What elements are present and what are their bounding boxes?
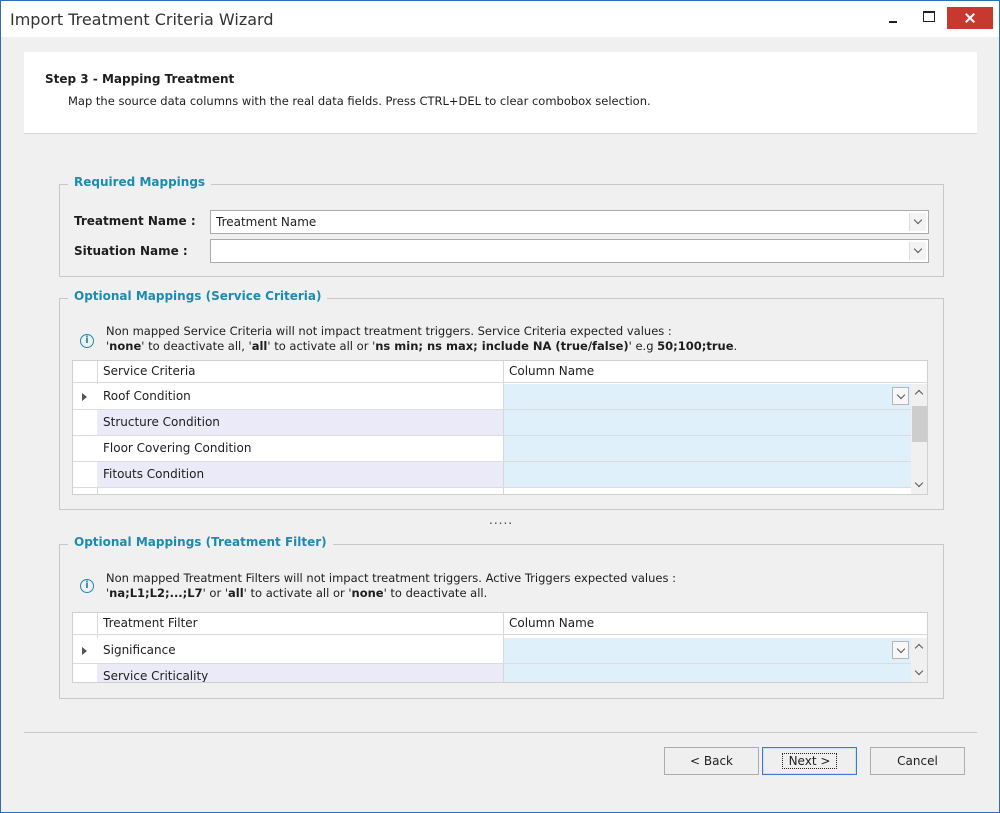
treatment-name-value: Treatment Name [216,215,317,229]
step-description: Map the source data columns with the rea… [68,94,651,108]
chevron-down-icon[interactable] [909,213,926,231]
footer-separator [24,732,977,733]
treatment-name-combobox[interactable]: Treatment Name [210,210,929,234]
service-criteria-group: Optional Mappings (Service Criteria) i N… [59,289,944,510]
treatment-filter-cell: Significance [97,638,503,663]
situation-name-label: Situation Name : [74,244,188,258]
col-service-criteria: Service Criteria [103,364,196,378]
window-title: Import Treatment Criteria Wizard [10,10,274,29]
required-mappings-group: Required Mappings Treatment Name : Treat… [59,175,944,277]
table-row[interactable]: Significance [73,638,911,664]
cancel-button[interactable]: Cancel [870,747,965,775]
required-mappings-title: Required Mappings [68,175,212,189]
close-icon[interactable] [947,7,993,29]
chevron-down-icon[interactable] [911,664,927,681]
treatment-name-label: Treatment Name : [74,214,196,228]
chevron-down-icon[interactable] [909,242,926,260]
service-criteria-cell: Roof Condition [97,384,503,409]
column-name-cell[interactable] [503,384,911,409]
service-info-line1: Non mapped Service Criteria will not imp… [106,324,672,338]
filter-info-line1: Non mapped Treatment Filters will not im… [106,571,676,585]
service-grid-scrollbar[interactable] [911,384,927,494]
table-row[interactable]: Fitouts Condition [73,462,911,488]
treatment-filter-cell: Service Criticality [97,664,503,682]
table-row[interactable]: Floor Covering Condition [73,436,911,462]
column-name-cell[interactable] [503,436,911,461]
chevron-down-icon[interactable] [911,476,927,493]
filter-grid-scrollbar[interactable] [911,638,927,682]
step-title: Step 3 - Mapping Treatment [45,72,235,86]
scroll-thumb[interactable] [912,406,927,442]
back-button[interactable]: < Back [664,747,759,775]
splitter-handle[interactable]: ..... [489,513,513,527]
chevron-up-icon[interactable] [911,384,927,401]
info-icon: i [80,579,94,593]
filter-info-line2: 'na;L1;L2;...;L7' or 'all' to activate a… [106,586,488,600]
treatment-filter-title: Optional Mappings (Treatment Filter) [68,535,333,549]
table-row[interactable]: Structure Condition [73,410,911,436]
column-name-cell[interactable] [503,638,911,663]
row-indicator-icon [82,647,87,655]
service-criteria-cell: Fitouts Condition [97,462,503,487]
row-indicator-icon [82,393,87,401]
column-name-cell[interactable] [503,664,911,682]
next-button-label: Next > [781,753,838,769]
service-criteria-title: Optional Mappings (Service Criteria) [68,289,328,303]
service-criteria-grid: Service Criteria Column Name Roof Condit… [72,360,928,495]
service-info-line2: 'none' to deactivate all, 'all' to activ… [106,339,738,353]
step-header: Step 3 - Mapping Treatment Map the sourc… [24,52,977,134]
grid-header: Service Criteria Column Name [73,361,927,383]
chevron-up-icon[interactable] [911,638,927,655]
treatment-filter-group: Optional Mappings (Treatment Filter) i N… [59,535,944,699]
wizard-window: Import Treatment Criteria Wizard Step 3 … [0,0,1000,813]
situation-name-combobox[interactable] [210,239,929,263]
table-row[interactable]: Roof Condition [73,384,911,410]
col-treatment-filter: Treatment Filter [103,616,198,630]
info-icon: i [80,334,94,348]
next-button[interactable]: Next > [762,747,857,775]
service-criteria-cell: Floor Covering Condition [97,436,503,461]
table-row[interactable]: Service Criticality [73,664,911,682]
title-bar: Import Treatment Criteria Wizard [1,1,999,37]
maximize-icon[interactable] [913,1,943,31]
column-name-cell[interactable] [503,410,911,435]
column-name-cell[interactable] [503,462,911,487]
col-column-name: Column Name [509,364,595,378]
minimize-icon[interactable] [877,1,907,31]
col-column-name: Column Name [509,616,595,630]
treatment-filter-grid: Treatment Filter Column Name Significanc… [72,612,928,683]
grid-header: Treatment Filter Column Name [73,613,927,635]
service-criteria-cell: Structure Condition [97,410,503,435]
chevron-down-icon[interactable] [892,641,909,659]
chevron-down-icon[interactable] [892,387,909,405]
